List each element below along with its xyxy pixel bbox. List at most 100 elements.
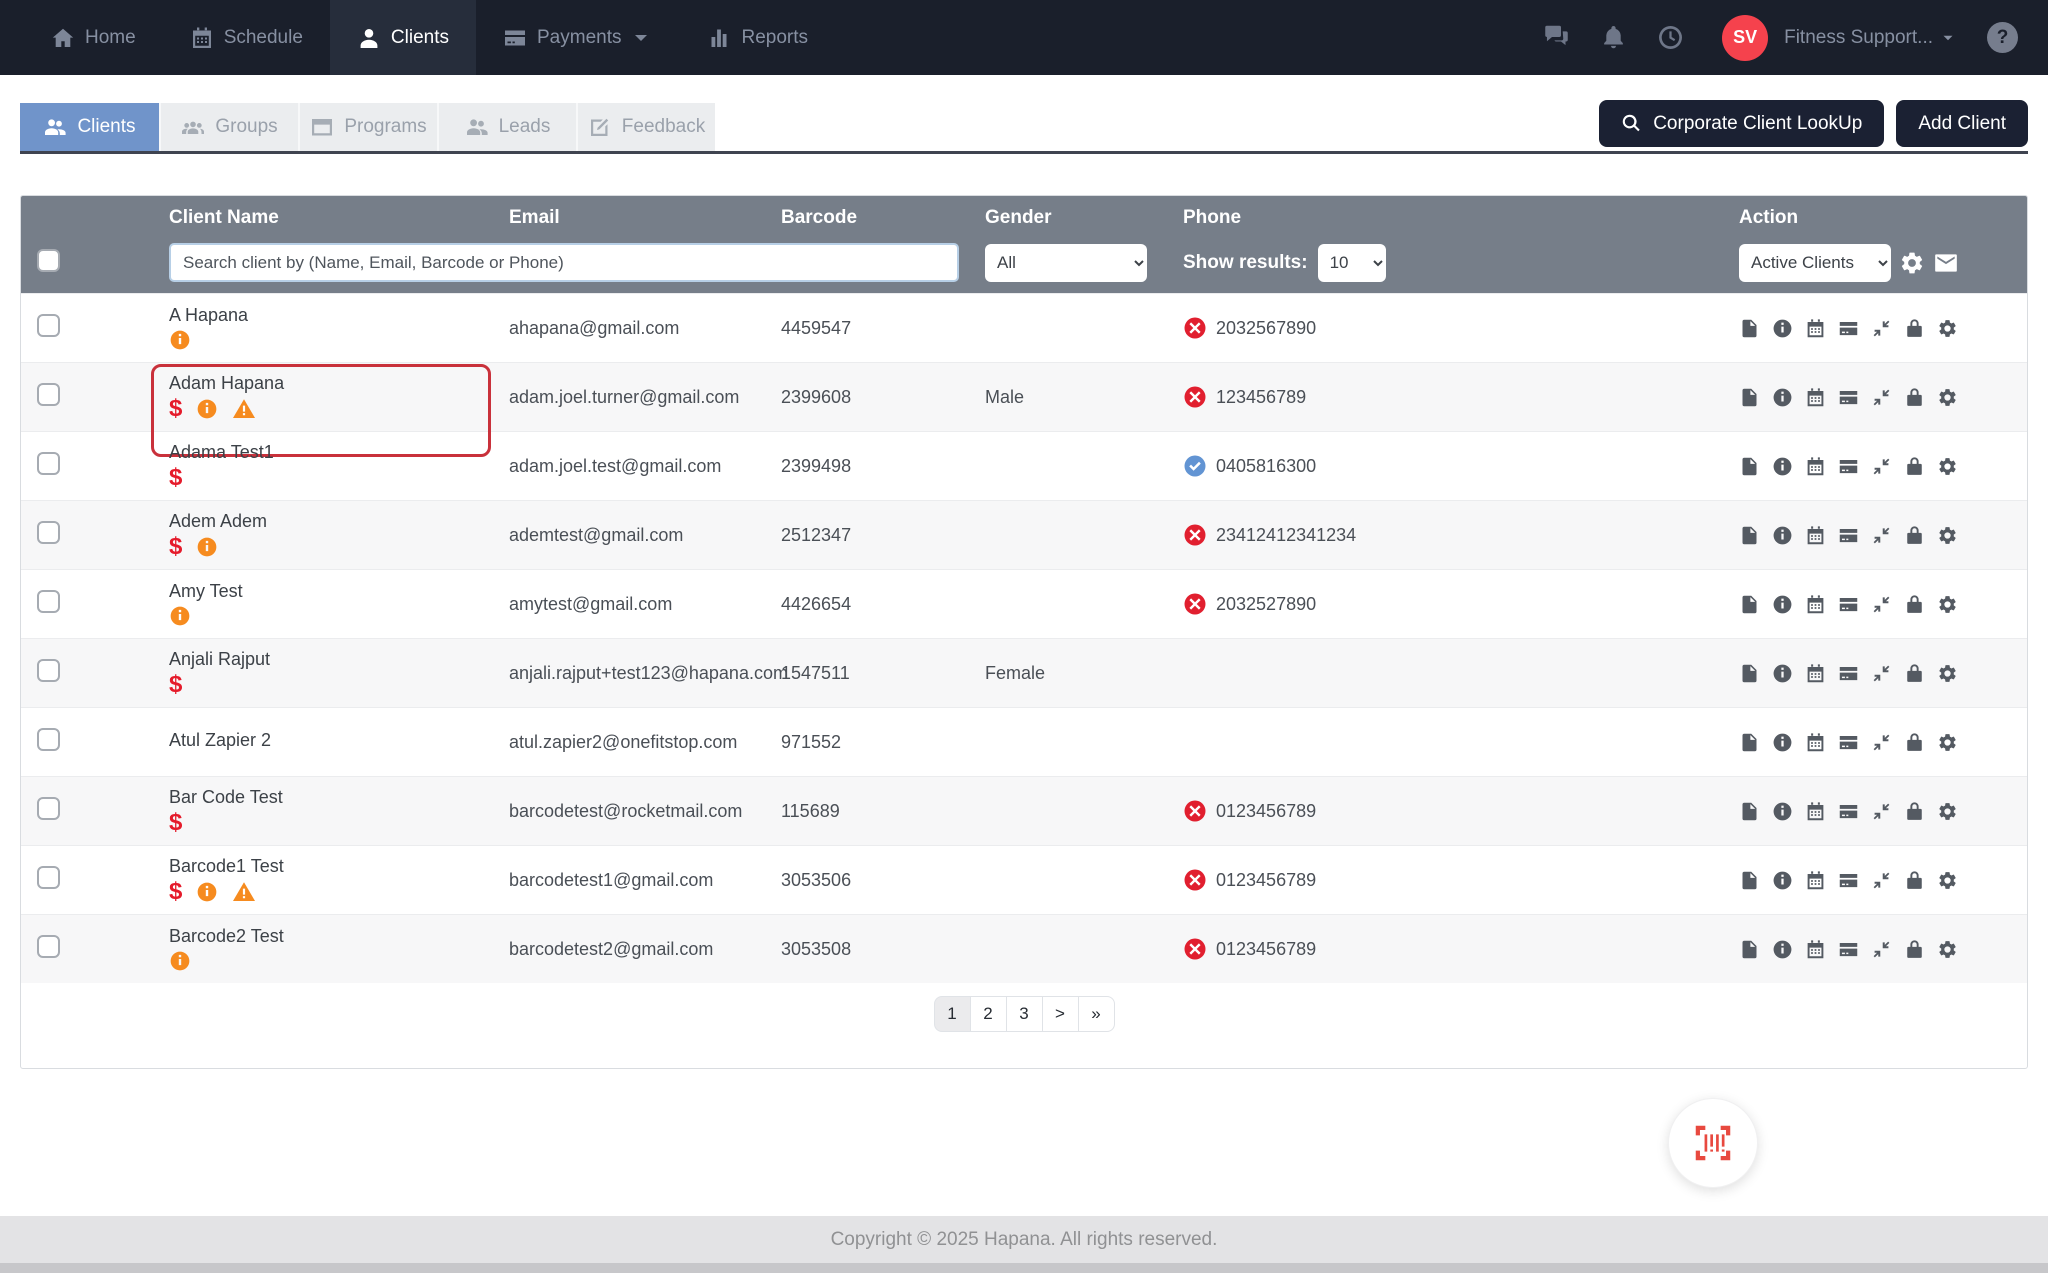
check-in-icon[interactable] [1871,456,1892,477]
nav-item-payments[interactable]: Payments [476,0,680,75]
schedule-icon[interactable] [1805,939,1826,960]
nav-item-reports[interactable]: Reports [680,0,835,75]
settings-icon[interactable] [1937,732,1958,753]
select-all-checkbox[interactable] [37,248,60,272]
tab-clients[interactable]: Clients [20,103,159,151]
info-icon[interactable] [1772,870,1793,891]
check-in-icon[interactable] [1871,525,1892,546]
info-icon[interactable] [1772,594,1793,615]
payment-icon[interactable] [1838,939,1859,960]
envelope-icon[interactable] [1933,250,1959,276]
settings-icon[interactable] [1937,594,1958,615]
notes-icon[interactable] [1739,801,1760,822]
row-checkbox[interactable] [37,728,60,751]
check-in-icon[interactable] [1871,318,1892,339]
info-icon[interactable] [1772,525,1793,546]
schedule-icon[interactable] [1805,318,1826,339]
settings-icon[interactable] [1937,456,1958,477]
nav-item-home[interactable]: Home [24,0,163,75]
info-icon[interactable] [1772,939,1793,960]
schedule-icon[interactable] [1805,870,1826,891]
notes-icon[interactable] [1739,594,1760,615]
lock-icon[interactable] [1904,318,1925,339]
notes-icon[interactable] [1739,732,1760,753]
check-in-icon[interactable] [1871,801,1892,822]
page-button-»[interactable]: » [1077,996,1115,1032]
tab-programs[interactable]: Programs [298,103,437,151]
help-icon[interactable]: ? [1987,22,2018,53]
lock-icon[interactable] [1904,594,1925,615]
lock-icon[interactable] [1904,939,1925,960]
row-checkbox[interactable] [37,935,60,958]
lock-icon[interactable] [1904,456,1925,477]
lock-icon[interactable] [1904,870,1925,891]
page-button-1[interactable]: 1 [933,996,971,1032]
payment-icon[interactable] [1838,318,1859,339]
schedule-icon[interactable] [1805,525,1826,546]
settings-icon[interactable] [1937,870,1958,891]
payment-icon[interactable] [1838,594,1859,615]
nav-item-schedule[interactable]: Schedule [163,0,330,75]
notes-icon[interactable] [1739,318,1760,339]
payment-icon[interactable] [1838,663,1859,684]
page-button-3[interactable]: 3 [1005,996,1043,1032]
gear-icon[interactable] [1899,250,1925,276]
notes-icon[interactable] [1739,870,1760,891]
row-checkbox[interactable] [37,590,60,613]
schedule-icon[interactable] [1805,387,1826,408]
info-icon[interactable] [1772,456,1793,477]
row-checkbox[interactable] [37,521,60,544]
row-checkbox[interactable] [37,314,60,337]
barcode-scan-button[interactable] [1668,1098,1758,1188]
check-in-icon[interactable] [1871,594,1892,615]
check-in-icon[interactable] [1871,939,1892,960]
settings-icon[interactable] [1937,939,1958,960]
settings-icon[interactable] [1937,387,1958,408]
schedule-icon[interactable] [1805,663,1826,684]
page-button-2[interactable]: 2 [969,996,1007,1032]
payment-icon[interactable] [1838,387,1859,408]
settings-icon[interactable] [1937,663,1958,684]
bell-icon[interactable] [1600,24,1627,51]
notes-icon[interactable] [1739,456,1760,477]
check-in-icon[interactable] [1871,663,1892,684]
lock-icon[interactable] [1904,525,1925,546]
row-checkbox[interactable] [37,659,60,682]
corporate-client-lookup-button[interactable]: Corporate Client LookUp [1599,100,1885,147]
schedule-icon[interactable] [1805,456,1826,477]
row-checkbox[interactable] [37,866,60,889]
notes-icon[interactable] [1739,387,1760,408]
payment-icon[interactable] [1838,525,1859,546]
row-checkbox[interactable] [37,797,60,820]
check-in-icon[interactable] [1871,870,1892,891]
schedule-icon[interactable] [1805,732,1826,753]
gender-filter-select[interactable]: All [985,243,1147,282]
info-icon[interactable] [1772,801,1793,822]
add-client-button[interactable]: Add Client [1896,100,2028,147]
settings-icon[interactable] [1937,801,1958,822]
lock-icon[interactable] [1904,732,1925,753]
tab-feedback[interactable]: Feedback [576,103,715,151]
account-dropdown[interactable]: Fitness Support... [1784,27,1957,49]
settings-icon[interactable] [1937,525,1958,546]
tab-leads[interactable]: Leads [437,103,576,151]
tab-groups[interactable]: Groups [159,103,298,151]
lock-icon[interactable] [1904,663,1925,684]
check-in-icon[interactable] [1871,387,1892,408]
info-icon[interactable] [1772,387,1793,408]
info-icon[interactable] [1772,318,1793,339]
info-icon[interactable] [1772,663,1793,684]
settings-icon[interactable] [1937,318,1958,339]
show-results-select[interactable]: 10 [1317,243,1386,282]
lock-icon[interactable] [1904,387,1925,408]
notes-icon[interactable] [1739,939,1760,960]
info-icon[interactable] [1772,732,1793,753]
row-checkbox[interactable] [37,452,60,475]
payment-icon[interactable] [1838,456,1859,477]
page-button->[interactable]: > [1041,996,1079,1032]
payment-icon[interactable] [1838,870,1859,891]
payment-icon[interactable] [1838,801,1859,822]
search-input[interactable] [169,243,959,282]
avatar[interactable]: SV [1722,14,1769,61]
schedule-icon[interactable] [1805,801,1826,822]
